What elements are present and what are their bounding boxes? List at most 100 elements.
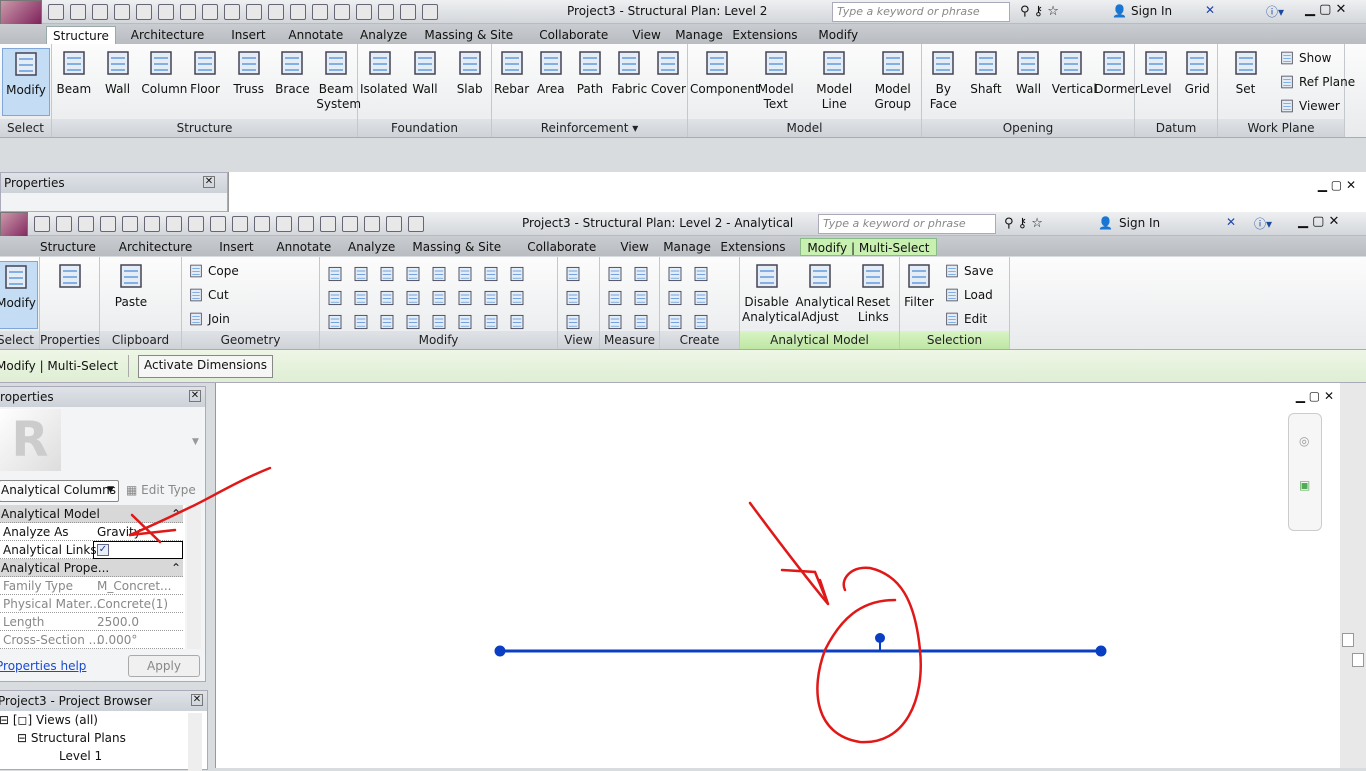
quick-access-icon[interactable] — [78, 216, 94, 232]
beam-system-button[interactable]: Beam System — [316, 48, 361, 112]
close-icon[interactable]: ✕ — [191, 694, 203, 706]
cover-button[interactable]: Cover — [651, 48, 686, 97]
tool-icon[interactable] — [352, 289, 370, 307]
quick-access-icon[interactable] — [408, 216, 424, 232]
tool-icon[interactable] — [564, 265, 582, 283]
tool-icon[interactable] — [326, 313, 344, 331]
tab-collaborate[interactable]: Collaborate — [533, 26, 614, 44]
column-button[interactable]: Column — [141, 48, 187, 97]
tool-icon[interactable] — [404, 265, 422, 283]
beam-button[interactable]: Beam — [54, 48, 94, 97]
shaft-button[interactable]: Shaft — [967, 48, 1006, 97]
help-icon[interactable]: ⓘ▾ — [1254, 215, 1272, 232]
tab-architecture[interactable]: Architecture — [113, 238, 198, 256]
tool-icon[interactable] — [378, 313, 396, 331]
tool-icon[interactable] — [508, 313, 526, 331]
property-row[interactable]: Physical Mater... Concrete(1) — [0, 595, 183, 613]
quick-access-icon[interactable] — [254, 216, 270, 232]
close-icon[interactable]: ✕ — [189, 390, 201, 402]
window-controls[interactable]: ▁ ▢ ✕ — [1298, 214, 1339, 229]
quick-access-icon[interactable] — [342, 216, 358, 232]
isolated-button[interactable]: Isolated — [360, 48, 408, 97]
quick-access-icon[interactable] — [298, 216, 314, 232]
cut-button[interactable]: Cut — [188, 287, 229, 303]
tab-manage[interactable]: Manage — [657, 238, 717, 256]
property-row[interactable]: Analytical Links ✓ — [0, 541, 183, 559]
wall-button[interactable]: Wall — [405, 48, 446, 97]
tab-collaborate[interactable]: Collaborate — [521, 238, 602, 256]
area-button[interactable]: Area — [533, 48, 568, 97]
component-button[interactable]: Component — [690, 48, 760, 97]
tool-icon[interactable] — [632, 289, 650, 307]
steering-wheel-icon[interactable]: ◎ — [1299, 434, 1309, 448]
tool-icon[interactable] — [404, 313, 422, 331]
property-row[interactable]: Cross-Section ... 0.000° — [0, 631, 183, 649]
quick-access-icon[interactable] — [400, 4, 416, 20]
tool-icon[interactable] — [482, 289, 500, 307]
tab-insert[interactable]: Insert — [213, 238, 259, 256]
properties-help-link[interactable]: Properties help — [0, 659, 86, 673]
exchange-icon[interactable]: ✕ — [1205, 3, 1215, 17]
floor-button[interactable]: Floor — [185, 48, 225, 97]
quick-access-icon[interactable] — [144, 216, 160, 232]
quick-access-icon[interactable] — [56, 216, 72, 232]
tool-icon[interactable] — [508, 289, 526, 307]
binoculars-icon[interactable]: ⚲ ⚷ ☆ — [1020, 4, 1059, 19]
tool-icon[interactable] — [564, 313, 582, 331]
tool-icon[interactable] — [606, 265, 624, 283]
quick-access-icon[interactable] — [210, 216, 226, 232]
tool-icon[interactable] — [482, 313, 500, 331]
quick-access-icon[interactable] — [356, 4, 372, 20]
tool-icon[interactable] — [378, 289, 396, 307]
tool-icon[interactable] — [606, 313, 624, 331]
view-window-controls[interactable]: ▁ ▢ ✕ — [1296, 389, 1334, 403]
tool-icon[interactable] — [352, 265, 370, 283]
fabric-button[interactable]: Fabric — [612, 48, 647, 97]
truss-button[interactable]: Truss — [229, 48, 269, 97]
search-input[interactable]: Type a keyword or phrase — [832, 2, 1010, 22]
by-face-button[interactable]: By Face — [924, 48, 963, 112]
tab-structure[interactable]: Structure — [46, 26, 116, 44]
exchange-icon[interactable]: ✕ — [1226, 215, 1236, 229]
ref-plane-button[interactable]: Ref Plane — [1279, 74, 1355, 90]
binoculars-icon[interactable]: ⚲ ⚷ ☆ — [1004, 216, 1043, 231]
tool-icon[interactable] — [632, 313, 650, 331]
drawing-canvas[interactable]: ▁ ▢ ✕ ◎ ▣ — [215, 383, 1340, 768]
tool-icon[interactable] — [692, 313, 710, 331]
join-button[interactable]: Join — [188, 311, 230, 327]
quick-access-icon[interactable] — [188, 216, 204, 232]
activate-dimensions-button[interactable]: Activate Dimensions — [138, 355, 274, 378]
save-button[interactable]: Save — [944, 263, 993, 279]
tool-icon[interactable] — [456, 265, 474, 283]
dormer-button[interactable]: Dormer — [1094, 48, 1140, 97]
quick-access-icon[interactable] — [276, 216, 292, 232]
grid-button[interactable]: Grid — [1179, 48, 1217, 97]
model-text-button[interactable]: Model Text — [749, 48, 804, 112]
search-input[interactable]: Type a keyword or phrase — [818, 214, 996, 234]
quick-access-icon[interactable] — [312, 4, 328, 20]
tool-icon[interactable] — [430, 289, 448, 307]
tab-massing-site[interactable]: Massing & Site — [418, 26, 519, 44]
help-icon[interactable]: ⓘ▾ — [1266, 3, 1284, 20]
edit-type-button[interactable]: ▦ Edit Type — [126, 483, 196, 497]
quick-access-icon[interactable] — [180, 4, 196, 20]
view-window-controls[interactable]: ▁ ▢ ✕ — [1318, 178, 1356, 192]
edit-button[interactable]: Edit — [944, 311, 987, 327]
quick-access-icon[interactable] — [34, 216, 50, 232]
tool-icon[interactable] — [326, 265, 344, 283]
quick-access-icon[interactable] — [268, 4, 284, 20]
close-icon[interactable]: ✕ — [203, 176, 215, 188]
modify-button[interactable]: Modify — [2, 48, 50, 116]
tab-annotate[interactable]: Annotate — [282, 26, 349, 44]
tab-modify[interactable]: Modify — [812, 26, 864, 44]
tool-icon[interactable] — [692, 289, 710, 307]
property-row[interactable]: Analyze As Gravity — [0, 523, 183, 541]
model-line-button[interactable]: Model Line — [807, 48, 862, 112]
wall-button[interactable]: Wall — [98, 48, 138, 97]
vertical-button[interactable]: Vertical — [1052, 48, 1097, 97]
show-button[interactable]: Show — [1279, 50, 1331, 66]
tool-icon[interactable] — [606, 289, 624, 307]
sign-in-button[interactable]: Sign In — [1131, 4, 1172, 18]
model-group-button[interactable]: Model Group — [866, 48, 921, 112]
tool-icon[interactable] — [430, 265, 448, 283]
